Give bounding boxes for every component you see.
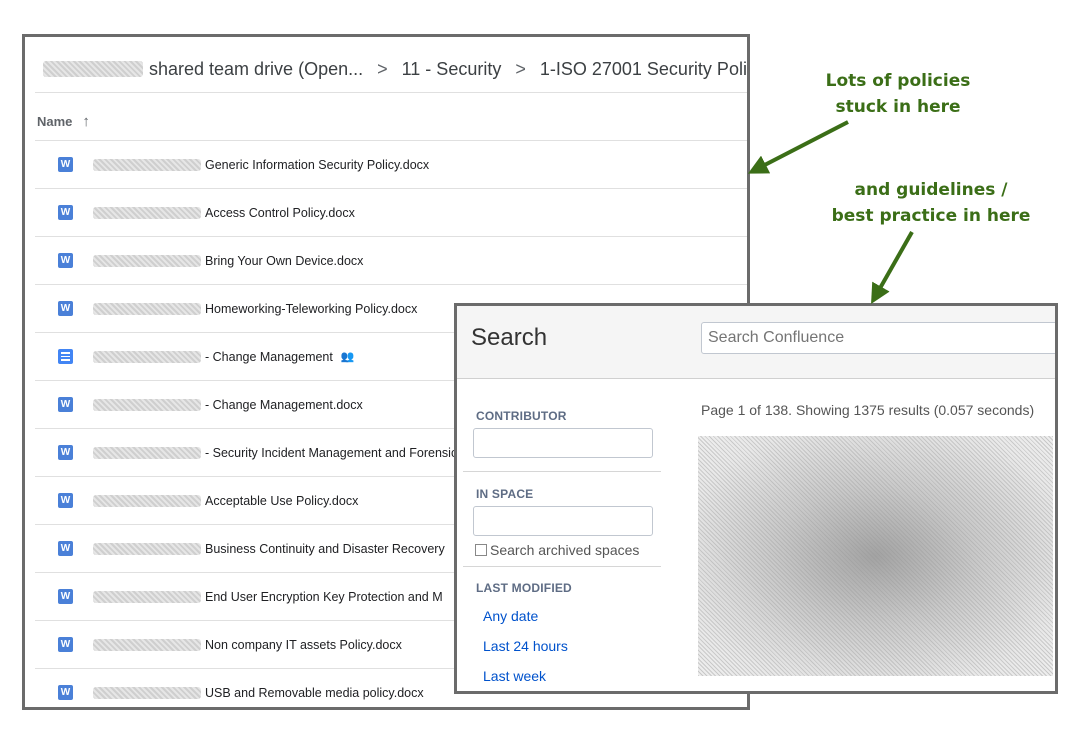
arrow-to-drive <box>747 120 849 174</box>
arrow-to-confluence <box>871 231 914 304</box>
annotation-arrows <box>747 120 914 304</box>
